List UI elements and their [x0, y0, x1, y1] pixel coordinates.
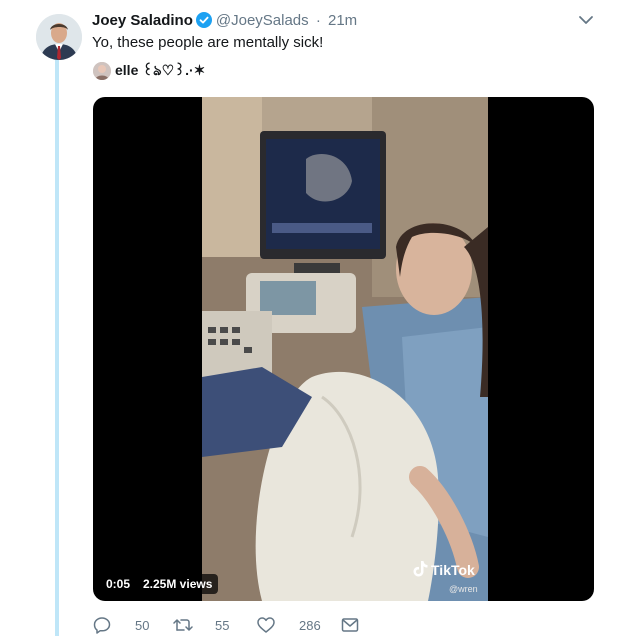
author-name[interactable]: Joey Saladino: [92, 12, 193, 29]
like-button[interactable]: 286: [257, 617, 341, 633]
tiktok-label: TikTok: [431, 562, 475, 578]
tweet-timestamp[interactable]: 21m: [328, 12, 357, 29]
video-frame: [202, 97, 488, 601]
author-handle[interactable]: @JoeySalads: [216, 12, 309, 29]
quoted-author-name[interactable]: elle ꒰ঌ♡꒱.·✶: [115, 59, 205, 83]
reply-button[interactable]: 50: [93, 616, 173, 634]
tiktok-handle: @wren: [449, 584, 478, 594]
chevron-down-icon[interactable]: [578, 12, 594, 33]
quoted-author[interactable]: elle ꒰ঌ♡꒱.·✶: [93, 61, 205, 81]
reply-count: 50: [135, 617, 150, 633]
retweet-button[interactable]: 55: [173, 617, 257, 633]
tweet-actions: 50 55 286: [93, 612, 371, 638]
verified-badge-icon: [195, 12, 212, 34]
author-avatar[interactable]: [36, 14, 82, 60]
tiktok-icon: [413, 560, 428, 580]
tweet-header: Joey Saladino @JoeySalads · 21m: [92, 11, 357, 34]
like-icon: [257, 617, 287, 633]
video-player[interactable]: 0:05 2.25M views TikTok @wren: [93, 97, 594, 601]
video-view-count: 2.25M views: [137, 574, 219, 594]
like-count: 286: [299, 617, 321, 633]
tweet-text: Yo, these people are mentally sick!: [92, 34, 324, 51]
reply-icon: [93, 616, 123, 634]
dot-separator: ·: [315, 12, 321, 29]
share-button[interactable]: [341, 617, 371, 633]
retweet-icon: [173, 617, 205, 633]
retweet-count: 55: [215, 617, 230, 633]
tiktok-watermark: TikTok: [413, 560, 475, 580]
quoted-author-avatar[interactable]: [93, 62, 111, 80]
video-elapsed-time: 0:05: [100, 574, 137, 594]
share-icon: [341, 617, 371, 633]
thread-connector-line: [55, 60, 59, 636]
